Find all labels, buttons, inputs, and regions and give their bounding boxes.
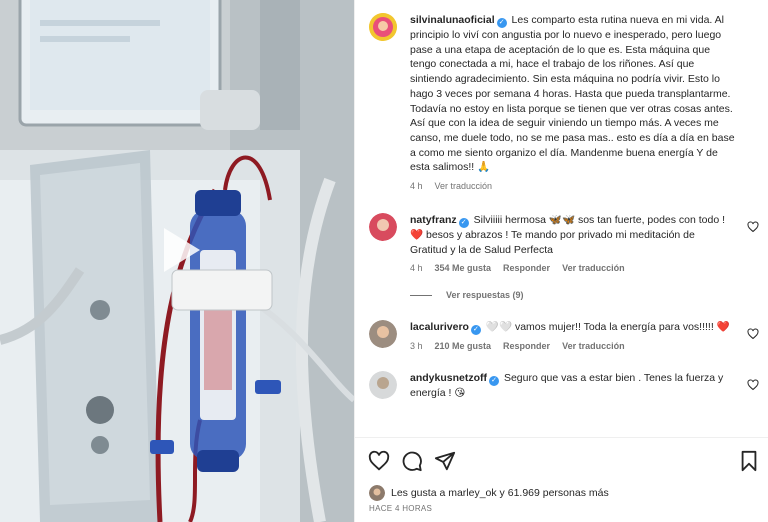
comment-username[interactable]: natyfranz [410,214,457,226]
view-replies-button[interactable]: Ver respuestas (9) [410,290,735,300]
comment-reply-button[interactable]: Responder [503,341,550,351]
verified-badge-icon: ✓ [470,325,481,336]
instagram-post-modal: silvinalunaoficial ✓ Les comparto esta ru… [0,0,768,522]
comment-text: 🤍🤍 vamos mujer!! Toda la energía para vo… [485,321,730,334]
comments-scroll-area[interactable]: silvinalunaoficial ✓ Les comparto esta ru… [355,0,768,437]
comments-panel: silvinalunaoficial ✓ Les comparto esta ru… [354,0,768,522]
caption-time[interactable]: 4 h [410,181,423,191]
post-actions-bar: Les gusta a marley_ok y 61.969 personas … [355,437,768,522]
post-timestamp[interactable]: HACE 4 HORAS [369,504,432,513]
heart-icon[interactable] [747,328,759,340]
comment-username[interactable]: lacalurivero [410,321,469,333]
comment-item: andykusnetzoff ✓ Seguro que vas a estar b… [355,371,768,401]
comment-reply-button[interactable]: Responder [503,263,550,273]
comment-item: natyfranz ✓ Silviiiii hermosa 🦋🦋 sos tan … [355,213,768,300]
comment-text-block: andykusnetzoff ✓ Seguro que vas a estar b… [410,371,735,401]
comment-translate-link[interactable]: Ver traducción [562,263,625,273]
paper-plane-icon[interactable] [434,450,456,472]
post-caption: silvinalunaoficial ✓ Les comparto esta ru… [355,0,768,191]
comment-meta: 3 h 210 Me gusta Responder Ver traducció… [410,341,735,351]
verified-badge-icon: ✓ [458,218,469,229]
comment-text-block: natyfranz ✓ Silviiiii hermosa 🦋🦋 sos tan … [410,213,735,257]
comment-time[interactable]: 4 h [410,263,423,273]
caption-text: Les comparto esta rutina nueva en mi vid… [410,14,735,174]
comment-likes[interactable]: 354 Me gusta [435,263,492,273]
heart-icon[interactable] [368,450,390,472]
comment-text: Silviiiii hermosa 🦋🦋 sos tan fuerte, pod… [410,214,726,256]
heart-icon[interactable] [747,379,759,391]
liker-avatar [369,485,385,501]
caption-meta: 4 h Ver traducción [410,181,735,191]
bookmark-icon[interactable] [738,450,760,472]
comment-username[interactable]: andykusnetzoff [410,372,487,384]
author-avatar[interactable] [369,13,397,41]
comment-text-block: lacalurivero ✓ 🤍🤍 vamos mujer!! Toda la e… [410,320,735,336]
comment-meta: 4 h 354 Me gusta Responder Ver traducció… [410,263,735,273]
replies-line [410,294,432,296]
view-replies-label: Ver respuestas (9) [446,290,524,301]
comment-item: lacalurivero ✓ 🤍🤍 vamos mujer!! Toda la e… [355,320,768,351]
verified-badge-icon: ✓ [496,18,507,28]
author-username[interactable]: silvinalunaoficial [410,14,495,26]
comment-time[interactable]: 3 h [410,341,423,351]
likes-summary[interactable]: Les gusta a marley_ok y 61.969 personas … [369,485,609,501]
caption-translate-link[interactable]: Ver traducción [435,181,493,191]
comment-icon[interactable] [401,450,423,472]
heart-icon[interactable] [747,221,759,233]
comment-likes[interactable]: 210 Me gusta [435,341,492,351]
post-video[interactable] [0,0,354,522]
play-icon[interactable] [150,222,206,278]
verified-badge-icon: ✓ [489,376,500,387]
comment-avatar[interactable] [369,320,397,349]
caption-text-block: silvinalunaoficial ✓ Les comparto esta ru… [410,13,735,175]
likes-text: Les gusta a marley_ok y 61.969 personas … [391,487,609,499]
comment-avatar[interactable] [369,371,397,400]
comment-translate-link[interactable]: Ver traducción [562,341,625,351]
comment-avatar[interactable] [369,213,397,242]
